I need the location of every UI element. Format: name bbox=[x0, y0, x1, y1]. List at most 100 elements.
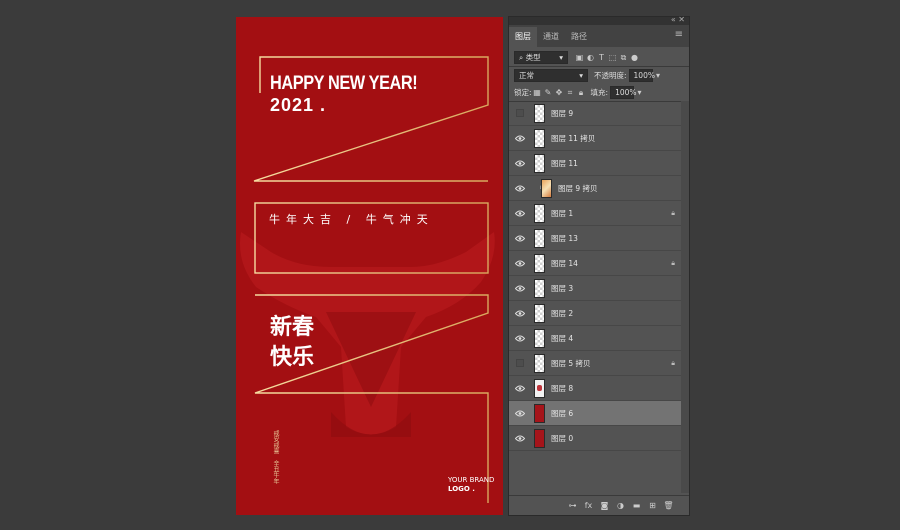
new-layer-icon[interactable]: ⊞ bbox=[646, 501, 659, 510]
headline-text: HAPPY NEW YEAR! bbox=[270, 73, 418, 94]
chevron-down-icon[interactable]: ▾ bbox=[653, 71, 664, 80]
layer-list-scrollbar[interactable] bbox=[681, 101, 689, 493]
layer-row[interactable]: 图层 11 bbox=[509, 151, 689, 176]
layer-name[interactable]: 图层 8 bbox=[551, 383, 573, 394]
opacity-field[interactable]: 100% bbox=[628, 69, 655, 82]
type-filter-icon[interactable]: T bbox=[596, 53, 607, 62]
layer-thumbnail[interactable] bbox=[534, 103, 545, 123]
search-icon: ⌕ bbox=[519, 52, 524, 62]
lock-all-icon[interactable]: 🔒︎ bbox=[576, 88, 587, 98]
layer-row[interactable]: 图层 11 拷贝 bbox=[509, 126, 689, 151]
link-layers-icon[interactable]: ⊶ bbox=[566, 501, 579, 510]
eye-icon[interactable] bbox=[509, 210, 531, 217]
layer-row[interactable]: 图层 3 bbox=[509, 276, 689, 301]
layer-row[interactable]: 图层 9 bbox=[509, 101, 689, 126]
layer-thumbnail[interactable] bbox=[534, 203, 545, 223]
layer-thumbnail[interactable] bbox=[534, 328, 545, 348]
adjustment-filter-icon[interactable]: ◐ bbox=[585, 53, 596, 62]
layer-thumbnail[interactable] bbox=[541, 178, 552, 198]
lock-paint-icon[interactable]: ✎ bbox=[543, 88, 554, 97]
visibility-off-box[interactable] bbox=[509, 109, 531, 117]
layer-thumbnail[interactable] bbox=[534, 278, 545, 298]
layer-row[interactable]: 图层 0 bbox=[509, 426, 689, 451]
lock-transparent-icon[interactable]: ▦ bbox=[532, 88, 543, 97]
layer-name[interactable]: 图层 4 bbox=[551, 333, 573, 344]
layer-row[interactable]: ↳图层 9 拷贝 bbox=[509, 176, 689, 201]
layer-row[interactable]: 图层 1 🔒︎ bbox=[509, 201, 689, 226]
fill-field[interactable]: 100% bbox=[610, 86, 637, 99]
lock-artboard-icon[interactable]: ⌗ bbox=[565, 88, 576, 98]
layer-row[interactable]: 图层 13 bbox=[509, 226, 689, 251]
eye-icon[interactable] bbox=[509, 135, 531, 142]
layer-name[interactable]: 图层 14 bbox=[551, 258, 578, 269]
layer-thumbnail[interactable] bbox=[534, 353, 545, 373]
blend-mode-select[interactable]: 正常 ▾ bbox=[514, 69, 588, 82]
eye-icon[interactable] bbox=[509, 160, 531, 167]
layer-name[interactable]: 图层 11 bbox=[551, 158, 578, 169]
lock-row: 锁定: ▦ ✎ ✥ ⌗ 🔒︎ 填充: 100% ▾ bbox=[509, 84, 689, 101]
poster-canvas: HAPPY NEW YEAR! 2021 . 牛年大吉 / 牛气冲天 新春 快乐… bbox=[236, 17, 503, 515]
greeting-line1: 新春 bbox=[270, 315, 315, 340]
layer-thumbnail[interactable] bbox=[534, 378, 545, 398]
layer-list: 图层 9 图层 11 拷贝图层 11 ↳图层 9 拷贝图层 1 🔒︎ 图层 13 图层 1… bbox=[509, 101, 689, 497]
pixel-filter-icon[interactable]: ▣ bbox=[574, 53, 585, 62]
collapse-panel-icon[interactable]: « ✕ bbox=[671, 15, 685, 24]
visibility-off-box[interactable] bbox=[509, 359, 531, 367]
panel-bottom-bar: ⊶ fx ◙ ◑ ▬ ⊞ 🗑︎ bbox=[509, 495, 689, 515]
layer-name[interactable]: 图层 0 bbox=[551, 433, 573, 444]
tab-channels[interactable]: 通道 bbox=[537, 27, 565, 47]
layer-row[interactable]: 图层 2 bbox=[509, 301, 689, 326]
layer-thumbnail[interactable] bbox=[534, 253, 545, 273]
eye-icon[interactable] bbox=[509, 385, 531, 392]
layer-name[interactable]: 图层 1 bbox=[551, 208, 573, 219]
fill-label: 填充: bbox=[590, 88, 609, 97]
filter-toggle-icon[interactable]: ● bbox=[629, 53, 640, 62]
eye-icon[interactable] bbox=[509, 260, 531, 267]
layers-panel: « ✕ 图层 通道 路径 ≡ ⌕ 类型 ▾ ▣ ◐ T ⬚ ⧉ ● 正常 ▾ 不透明… bbox=[508, 15, 690, 516]
layer-name[interactable]: 图层 13 bbox=[551, 233, 578, 244]
delete-layer-icon[interactable]: 🗑︎ bbox=[662, 501, 675, 510]
layer-thumbnail[interactable] bbox=[534, 428, 545, 448]
panel-menu-icon[interactable]: ≡ bbox=[675, 29, 683, 40]
smart-object-filter-icon[interactable]: ⧉ bbox=[618, 53, 629, 63]
layer-name[interactable]: 图层 5 拷贝 bbox=[551, 358, 591, 369]
layer-row[interactable]: 图层 5 拷贝 🔒︎ bbox=[509, 351, 689, 376]
tab-paths[interactable]: 路径 bbox=[565, 27, 593, 47]
new-group-icon[interactable]: ▬ bbox=[630, 501, 643, 510]
tab-layers[interactable]: 图层 bbox=[509, 27, 537, 47]
logo-text: LOGO . bbox=[448, 485, 475, 493]
add-mask-icon[interactable]: ◙ bbox=[598, 501, 611, 510]
layer-row[interactable]: 图层 4 bbox=[509, 326, 689, 351]
layer-row[interactable]: 图层 8 bbox=[509, 376, 689, 401]
adjustment-layer-icon[interactable]: ◑ bbox=[614, 501, 627, 510]
blend-row: 正常 ▾ 不透明度: 100% ▾ bbox=[509, 67, 689, 84]
layer-thumbnail[interactable] bbox=[534, 303, 545, 323]
eye-icon[interactable] bbox=[509, 185, 531, 192]
layer-name[interactable]: 图层 9 bbox=[551, 108, 573, 119]
lock-icon: 🔒︎ bbox=[671, 208, 675, 217]
layer-row[interactable]: 图层 6 bbox=[509, 401, 689, 426]
chevron-down-icon[interactable]: ▾ bbox=[634, 88, 645, 97]
layer-name[interactable]: 图层 9 拷贝 bbox=[558, 183, 598, 194]
layer-name[interactable]: 图层 6 bbox=[551, 408, 573, 419]
layer-style-icon[interactable]: fx bbox=[582, 501, 595, 510]
eye-icon[interactable] bbox=[509, 335, 531, 342]
blend-mode-label: 正常 bbox=[519, 70, 534, 80]
layer-thumbnail[interactable] bbox=[534, 403, 545, 423]
shape-filter-icon[interactable]: ⬚ bbox=[607, 53, 618, 62]
layer-name[interactable]: 图层 3 bbox=[551, 283, 573, 294]
layer-thumbnail[interactable] bbox=[534, 153, 545, 173]
eye-icon[interactable] bbox=[509, 435, 531, 442]
lock-position-icon[interactable]: ✥ bbox=[554, 88, 565, 97]
layer-name[interactable]: 图层 11 拷贝 bbox=[551, 133, 595, 144]
eye-icon[interactable] bbox=[509, 310, 531, 317]
eye-icon[interactable] bbox=[509, 410, 531, 417]
layer-row[interactable]: 图层 14 🔒︎ bbox=[509, 251, 689, 276]
layer-name[interactable]: 图层 2 bbox=[551, 308, 573, 319]
eye-icon[interactable] bbox=[509, 285, 531, 292]
filter-kind-select[interactable]: ⌕ 类型 ▾ bbox=[514, 51, 568, 64]
panel-title-strip: « ✕ bbox=[509, 15, 689, 25]
layer-thumbnail[interactable] bbox=[534, 228, 545, 248]
layer-thumbnail[interactable] bbox=[534, 128, 545, 148]
eye-icon[interactable] bbox=[509, 235, 531, 242]
